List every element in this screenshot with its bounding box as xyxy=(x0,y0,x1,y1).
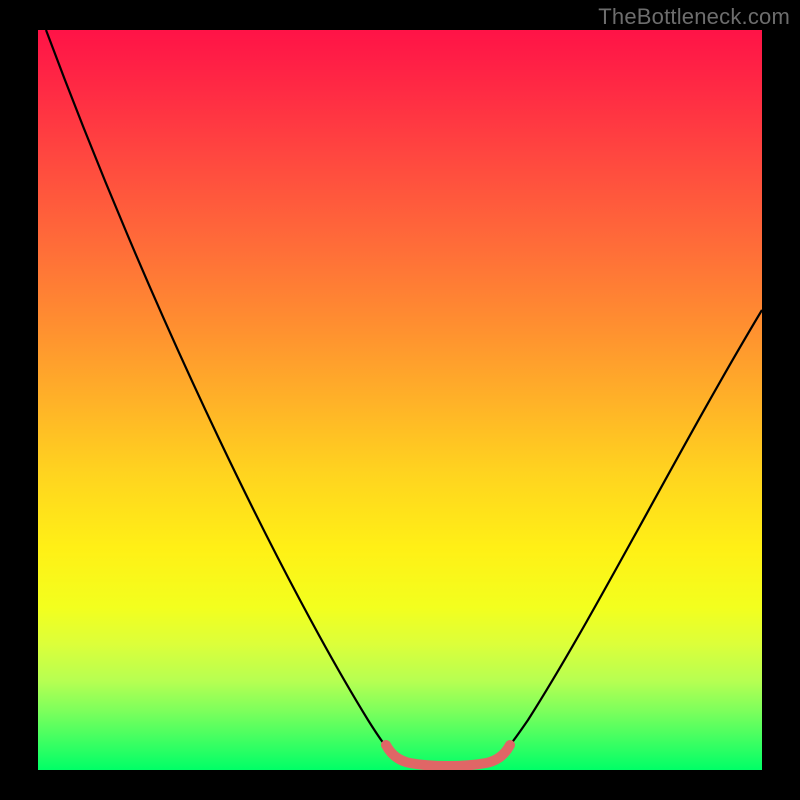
bottleneck-curve xyxy=(46,30,762,765)
chart-frame: TheBottleneck.com xyxy=(0,0,800,800)
watermark-text: TheBottleneck.com xyxy=(598,4,790,30)
chart-svg xyxy=(38,30,762,770)
optimal-zone-highlight xyxy=(386,745,510,766)
plot-area xyxy=(38,30,762,770)
